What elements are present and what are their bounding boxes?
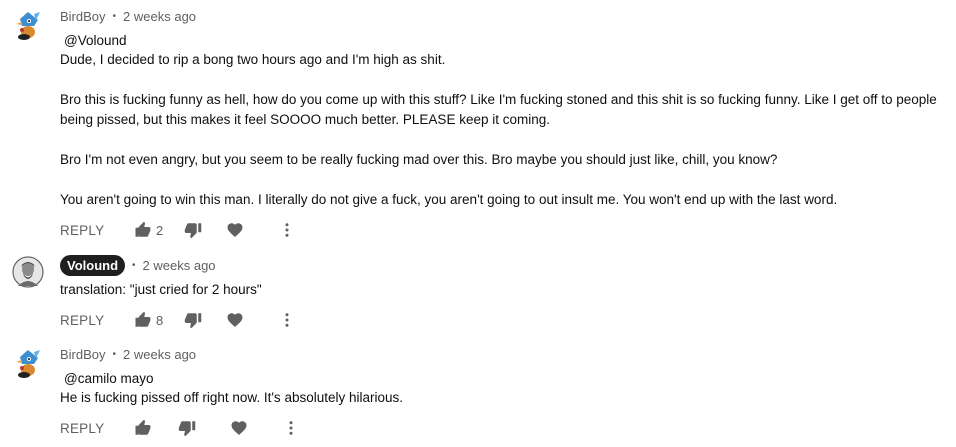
more-vertical-icon (285, 313, 289, 327)
comment-timestamp[interactable]: 2 weeks ago (123, 9, 196, 24)
bird-avatar-icon (16, 350, 40, 378)
reply-button[interactable]: REPLY (60, 313, 134, 328)
channel-owner-badge[interactable]: Volound (60, 255, 126, 276)
heart-icon (227, 223, 243, 237)
like-count: 2 (156, 222, 164, 238)
like-button[interactable] (134, 419, 152, 437)
comment-paragraph: Bro I'm not even angry, but you seem to … (60, 152, 778, 167)
mention-link[interactable]: @Volound (64, 33, 127, 48)
more-actions-button[interactable] (278, 311, 296, 329)
comment-text: He is fucking pissed off right now. It's… (60, 388, 950, 408)
comment-actions: REPLY 8 (60, 310, 296, 330)
more-vertical-icon (289, 421, 293, 435)
comment-timestamp[interactable]: 2 weeks ago (123, 347, 196, 362)
reply-button[interactable]: REPLY (60, 223, 134, 238)
avatar-volound[interactable] (12, 256, 44, 288)
comment-header: Volound • 2 weeks ago (60, 255, 216, 276)
avatar-birdboy[interactable] (12, 10, 44, 42)
more-actions-button[interactable] (278, 221, 296, 239)
like-count: 8 (156, 312, 164, 328)
thumbs-down-icon (184, 313, 202, 329)
comment-actions: REPLY 2 (60, 220, 296, 240)
separator: • (112, 11, 117, 22)
comment-actions: REPLY (60, 418, 300, 438)
separator: • (132, 260, 136, 271)
comment-paragraph: translation: "just cried for 2 hours" (60, 282, 262, 297)
reply-button[interactable]: REPLY (60, 421, 134, 436)
separator: • (112, 349, 117, 360)
thumbs-up-icon (135, 221, 151, 237)
bird-avatar-icon (16, 12, 40, 40)
thumbs-up-icon (135, 419, 151, 435)
comment-header: BirdBoy • 2 weeks ago (60, 347, 196, 362)
heart-icon (231, 421, 247, 435)
comment-text: translation: "just cried for 2 hours" (60, 280, 950, 300)
avatar-birdboy[interactable] (12, 348, 44, 380)
thumbs-down-icon (184, 223, 202, 239)
dislike-button[interactable] (184, 221, 202, 239)
more-actions-button[interactable] (282, 419, 300, 437)
like-button[interactable] (134, 221, 152, 239)
heart-button[interactable] (230, 419, 248, 437)
dislike-button[interactable] (178, 419, 196, 437)
heart-button[interactable] (226, 311, 244, 329)
more-vertical-icon (285, 223, 289, 237)
comment-author[interactable]: BirdBoy (60, 9, 106, 24)
dislike-button[interactable] (184, 311, 202, 329)
heart-icon (227, 313, 243, 327)
mention-link[interactable]: @camilo mayo (64, 371, 153, 386)
comment-header: BirdBoy • 2 weeks ago (60, 9, 196, 24)
like-button[interactable] (134, 311, 152, 329)
comment-text: Dude, I decided to rip a bong two hours … (60, 50, 950, 210)
comment-author[interactable]: BirdBoy (60, 347, 106, 362)
heart-button[interactable] (226, 221, 244, 239)
comment-timestamp[interactable]: 2 weeks ago (143, 258, 216, 273)
comment-paragraph: You aren't going to win this man. I lite… (60, 192, 838, 207)
thumbs-down-icon (178, 421, 196, 437)
comment-paragraph: He is fucking pissed off right now. It's… (60, 390, 404, 405)
comment-paragraph: Dude, I decided to rip a bong two hours … (60, 52, 446, 67)
comment-paragraph: Bro this is fucking funny as hell, how d… (60, 92, 937, 127)
thumbs-up-icon (135, 311, 151, 327)
bust-avatar-icon (12, 256, 44, 288)
